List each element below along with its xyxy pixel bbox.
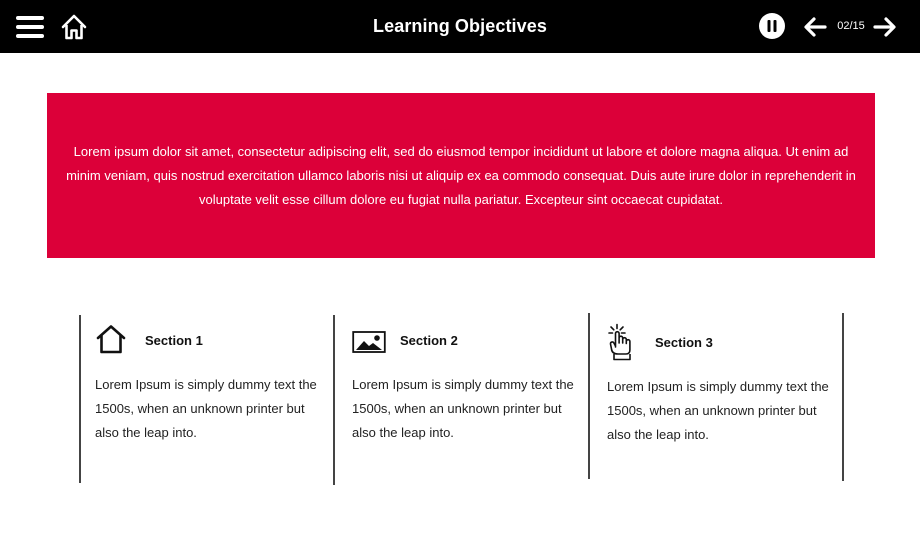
section-header: Section 3 <box>607 323 847 361</box>
section-title: Section 3 <box>655 335 713 350</box>
section-header: Section 1 <box>95 323 335 359</box>
section-header: Section 2 <box>352 323 592 359</box>
section-body: Lorem Ipsum is simply dummy text the 150… <box>352 377 574 440</box>
hand-tap-icon <box>607 323 643 361</box>
house-outline-icon <box>95 323 131 359</box>
section-card-3: Section 3 Lorem Ipsum is simply dummy te… <box>607 313 847 483</box>
intro-banner: Lorem ipsum dolor sit amet, consectetur … <box>47 93 875 258</box>
top-bar: Learning Objectives 02/15 <box>0 0 920 53</box>
section-card-2: Section 2 Lorem Ipsum is simply dummy te… <box>352 313 592 483</box>
section-body: Lorem Ipsum is simply dummy text the 150… <box>95 377 317 440</box>
image-landscape-icon <box>352 327 388 363</box>
section-card-1: Section 1 Lorem Ipsum is simply dummy te… <box>95 313 335 483</box>
sections-row: Section 1 Lorem Ipsum is simply dummy te… <box>79 313 847 485</box>
arrow-right-icon[interactable] <box>872 14 898 40</box>
divider-line <box>79 315 81 483</box>
page-counter: 02/15 <box>837 20 865 32</box>
pause-icon[interactable] <box>758 12 786 40</box>
arrow-left-icon[interactable] <box>802 14 828 40</box>
section-title: Section 2 <box>400 333 458 348</box>
section-body: Lorem Ipsum is simply dummy text the 150… <box>607 379 829 442</box>
banner-text: Lorem ipsum dolor sit amet, consectetur … <box>66 143 856 207</box>
section-title: Section 1 <box>145 333 203 348</box>
